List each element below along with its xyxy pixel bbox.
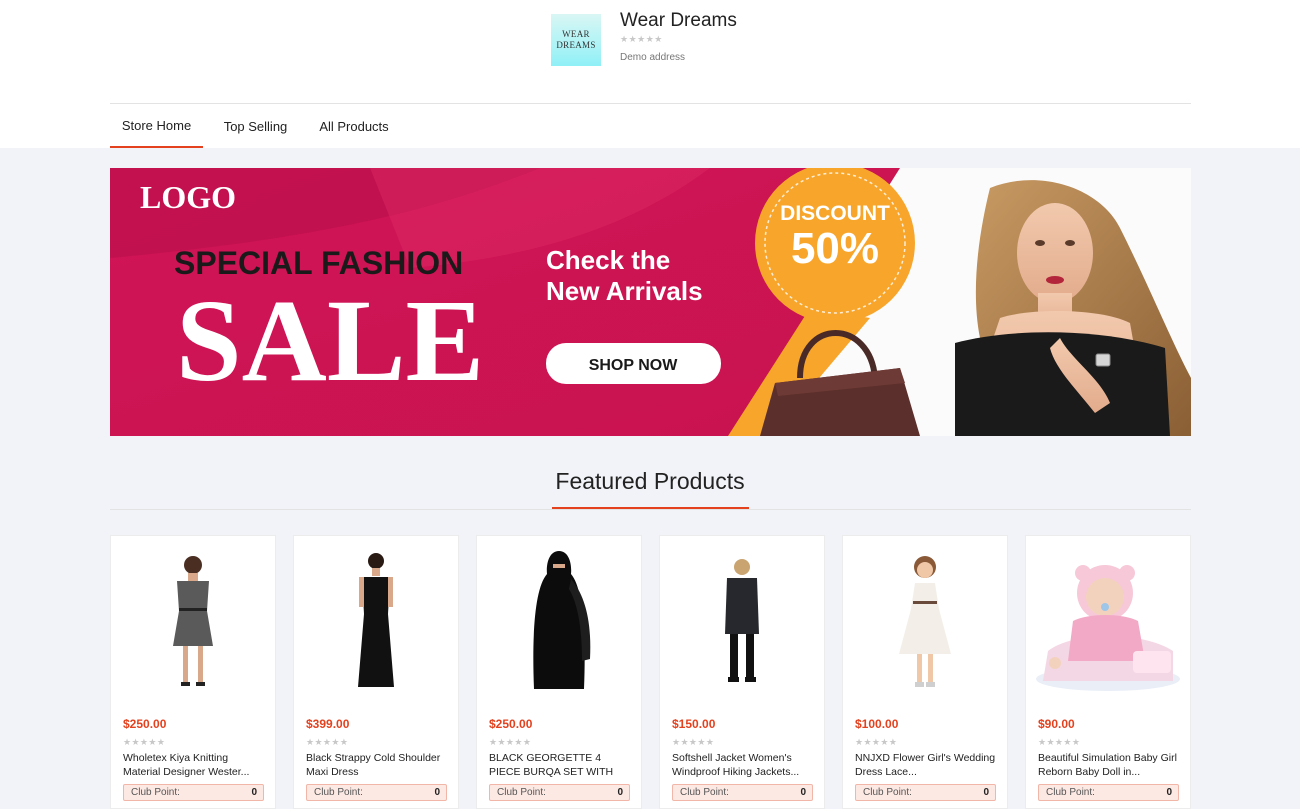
store-logo[interactable]: WEAR DREAMS: [551, 14, 601, 66]
product-price: $90.00: [1038, 717, 1075, 731]
product-image[interactable]: [843, 536, 1007, 706]
featured-products-grid: $250.00 ★★★★★ Wholetex Kiya Knitting Mat…: [110, 535, 1191, 809]
banner-logo: LOGO: [140, 179, 236, 215]
store-rating-stars: ★★★★★: [620, 34, 663, 44]
store-logo-text-line1: WEAR: [562, 29, 590, 39]
promo-banner[interactable]: DISCOUNT 50% LOGO SPECIAL FASHION SALE C…: [110, 168, 1191, 436]
product-name[interactable]: BLACK GEORGETTE 4 PIECE BURQA SET WITH N…: [489, 751, 633, 779]
product-rating-stars: ★★★★★: [672, 737, 715, 747]
product-rating-stars: ★★★★★: [855, 737, 898, 747]
product-image[interactable]: [1026, 536, 1190, 706]
club-point-value: 0: [800, 787, 806, 798]
product-name[interactable]: Black Strappy Cold Shoulder Maxi Dress: [306, 751, 450, 779]
product-rating-stars: ★★★★★: [123, 737, 166, 747]
club-point-badge: Club Point: 0: [489, 784, 630, 801]
nav-tab-all-products[interactable]: All Products: [308, 104, 400, 148]
product-name[interactable]: Softshell Jacket Women's Windproof Hikin…: [672, 751, 816, 779]
club-point-label: Club Point:: [497, 787, 546, 798]
nav-tab-store-home[interactable]: Store Home: [110, 104, 203, 148]
banner-badge-line2: 50%: [791, 224, 879, 273]
product-price: $100.00: [855, 717, 899, 731]
club-point-value: 0: [983, 787, 989, 798]
club-point-label: Club Point:: [131, 787, 180, 798]
product-card[interactable]: $399.00 ★★★★★ Black Strappy Cold Shoulde…: [293, 535, 459, 809]
featured-products-title: Featured Products: [555, 468, 745, 494]
club-point-badge: Club Point: 0: [1038, 784, 1179, 801]
product-card[interactable]: $90.00 ★★★★★ Beautiful Simulation Baby G…: [1025, 535, 1191, 809]
banner-badge-line1: DISCOUNT: [780, 202, 890, 225]
club-point-badge: Club Point: 0: [306, 784, 447, 801]
product-name[interactable]: NNJXD Flower Girl's Wedding Dress Lace..…: [855, 751, 999, 779]
club-point-value: 0: [617, 787, 623, 798]
product-image[interactable]: [111, 536, 275, 706]
club-point-label: Club Point:: [863, 787, 912, 798]
store-logo-text-line2: DREAMS: [556, 40, 596, 50]
club-point-value: 0: [251, 787, 257, 798]
club-point-badge: Club Point: 0: [672, 784, 813, 801]
club-point-badge: Club Point: 0: [123, 784, 264, 801]
product-price: $399.00: [306, 717, 350, 731]
shop-now-button[interactable]: SHOP NOW: [546, 343, 721, 384]
banner-sub-line1: Check the: [546, 245, 670, 275]
club-point-label: Club Point:: [1046, 787, 1095, 798]
nav-tab-top-selling[interactable]: Top Selling: [203, 104, 308, 148]
club-point-value: 0: [1166, 787, 1172, 798]
product-image[interactable]: [660, 536, 824, 706]
product-rating-stars: ★★★★★: [489, 737, 532, 747]
product-name[interactable]: Wholetex Kiya Knitting Material Designer…: [123, 751, 267, 779]
product-rating-stars: ★★★★★: [306, 737, 349, 747]
product-price: $150.00: [672, 717, 716, 731]
featured-title-underline: [552, 507, 749, 509]
store-nav: Store Home Top Selling All Products: [110, 104, 400, 148]
product-card[interactable]: $150.00 ★★★★★ Softshell Jacket Women's W…: [659, 535, 825, 809]
club-point-label: Club Point:: [680, 787, 729, 798]
product-image[interactable]: [294, 536, 458, 706]
product-card[interactable]: $100.00 ★★★★★ NNJXD Flower Girl's Weddin…: [842, 535, 1008, 809]
club-point-label: Club Point:: [314, 787, 363, 798]
product-name[interactable]: Beautiful Simulation Baby Girl Reborn Ba…: [1038, 751, 1182, 779]
product-card[interactable]: $250.00 ★★★★★ BLACK GEORGETTE 4 PIECE BU…: [476, 535, 642, 809]
product-rating-stars: ★★★★★: [1038, 737, 1081, 747]
product-price: $250.00: [489, 717, 533, 731]
product-image[interactable]: [477, 536, 641, 706]
shop-now-label: SHOP NOW: [589, 357, 679, 374]
store-header: WEAR DREAMS Wear Dreams ★★★★★ Demo addre…: [0, 0, 1300, 148]
store-address: Demo address: [620, 52, 686, 63]
product-card[interactable]: $250.00 ★★★★★ Wholetex Kiya Knitting Mat…: [110, 535, 276, 809]
banner-sub-line2: New Arrivals: [546, 276, 703, 306]
club-point-value: 0: [434, 787, 440, 798]
club-point-badge: Club Point: 0: [855, 784, 996, 801]
product-price: $250.00: [123, 717, 167, 731]
featured-divider: [110, 509, 1191, 510]
banner-graphic: DISCOUNT 50% LOGO SPECIAL FASHION SALE C…: [110, 168, 1191, 436]
store-name: Wear Dreams: [620, 10, 737, 31]
banner-big-text: SALE: [176, 275, 484, 406]
